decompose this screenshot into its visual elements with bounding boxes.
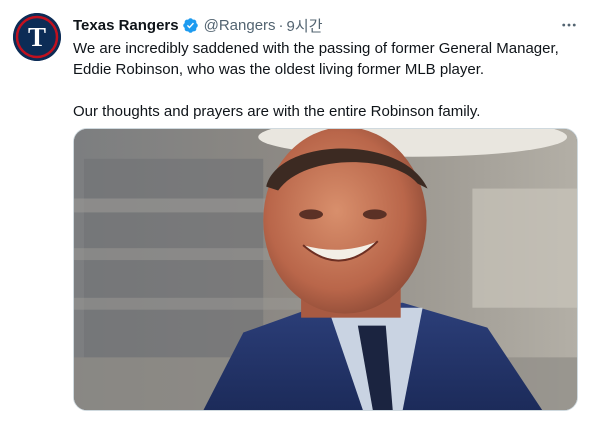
tweet-text-paragraph: Our thoughts and prayers are with the en… — [73, 103, 481, 120]
tweet[interactable]: T Texas Rangers @Rangers · 9시간 We are in… — [0, 0, 599, 421]
more-options-icon[interactable] — [558, 14, 580, 36]
header-separator: · — [278, 16, 284, 34]
avatar-letter: T — [28, 22, 46, 52]
tweet-text-paragraph: We are incredibly saddened with the pass… — [73, 40, 559, 78]
tweet-text: We are incredibly saddened with the pass… — [73, 38, 583, 122]
author-avatar[interactable]: T — [13, 13, 61, 61]
tweet-photo[interactable] — [73, 128, 578, 411]
verified-badge-icon — [182, 17, 199, 34]
photo-portrait-image — [74, 129, 577, 410]
rangers-logo-icon: T — [13, 13, 61, 61]
tweet-header: Texas Rangers @Rangers · 9시간 — [73, 14, 323, 36]
author-name[interactable]: Texas Rangers — [73, 17, 179, 34]
author-handle[interactable]: @Rangers — [204, 17, 276, 34]
tweet-timestamp[interactable]: 9시간 — [287, 15, 323, 36]
